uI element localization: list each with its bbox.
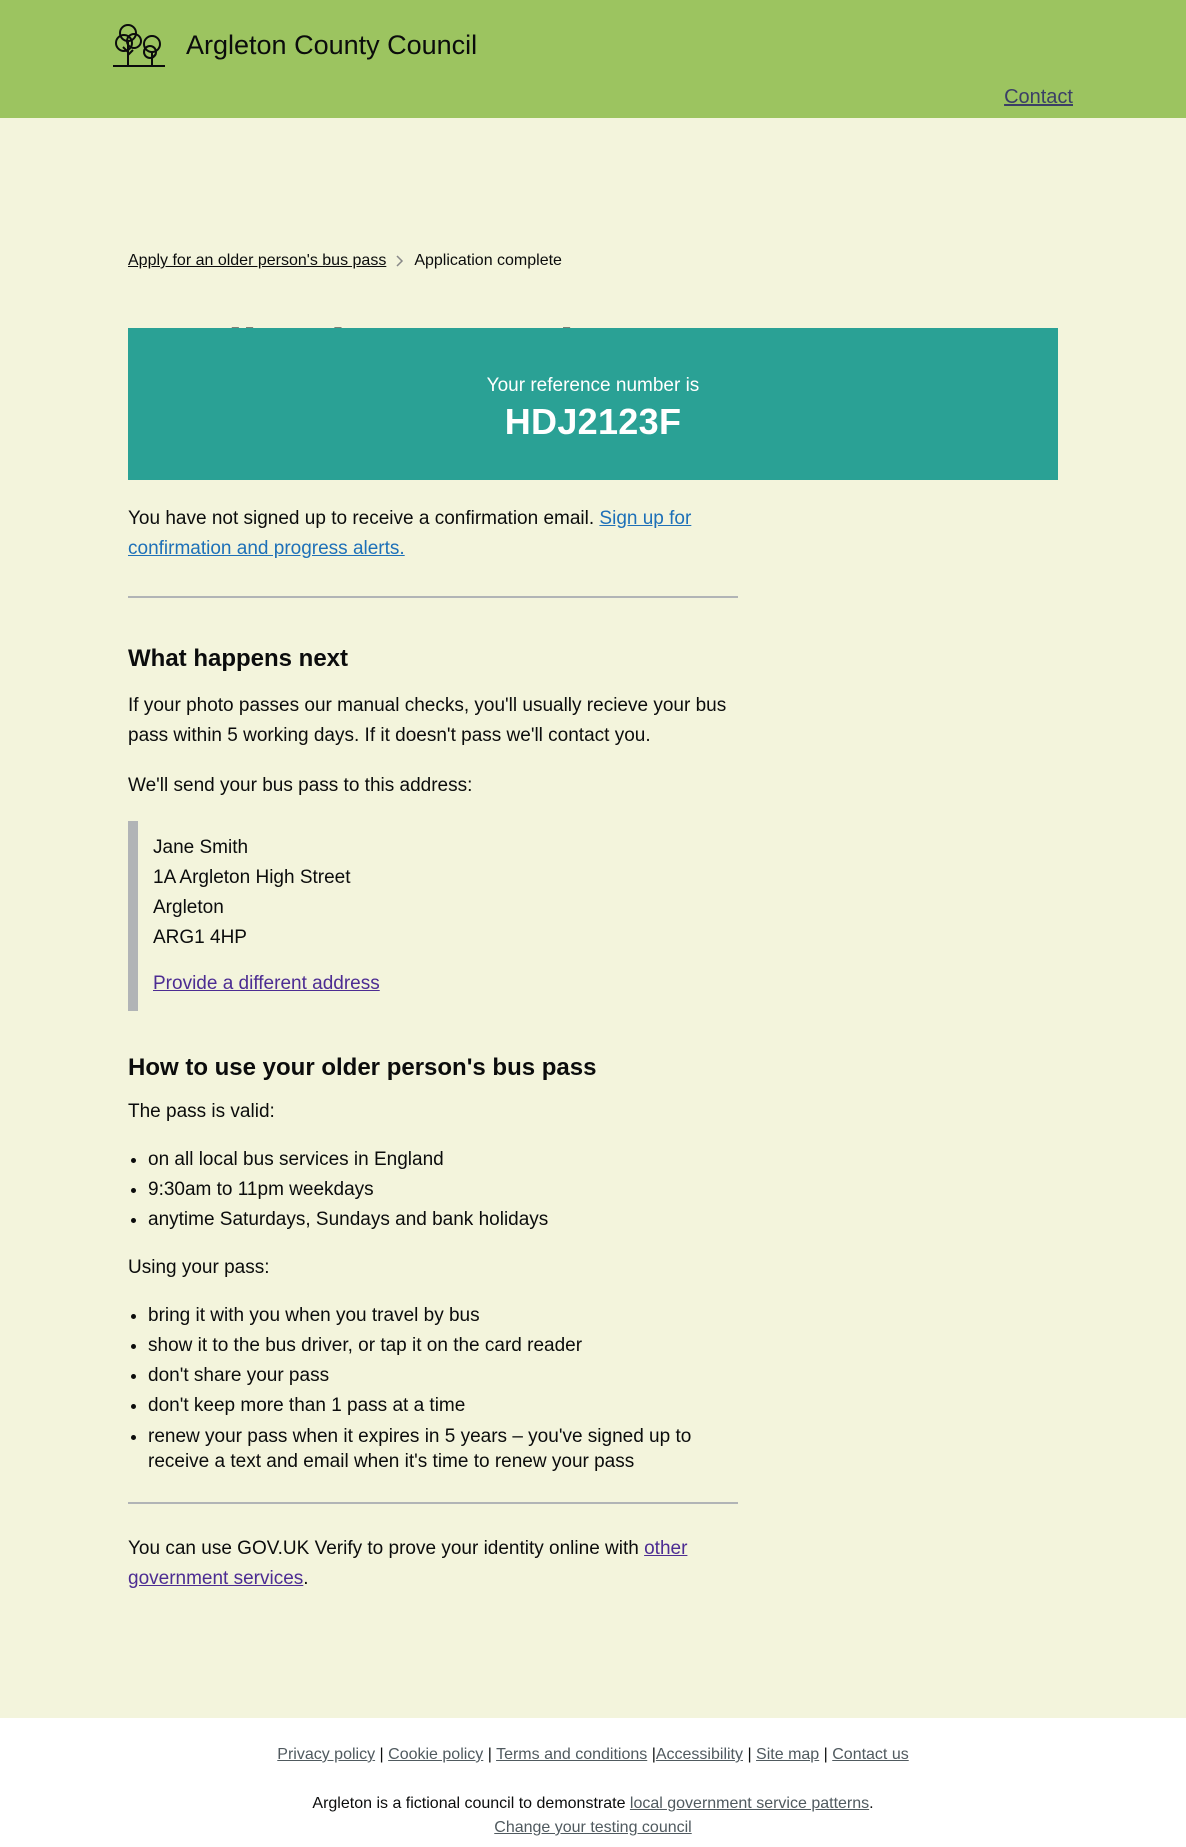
footer-link-cookie-policy[interactable]: Cookie policy bbox=[388, 1746, 483, 1763]
verify-paragraph: You can use GOV.UK Verify to prove your … bbox=[128, 1534, 738, 1594]
different-address-link[interactable]: Provide a different address bbox=[153, 973, 380, 994]
site-header: Argleton County Council Contact bbox=[0, 0, 1186, 118]
using-intro: Using your pass: bbox=[128, 1257, 270, 1278]
verify-text: You can use GOV.UK Verify to prove your … bbox=[128, 1538, 645, 1559]
address-town: Argleton bbox=[153, 897, 224, 918]
footer-link-privacy-policy[interactable]: Privacy policy bbox=[277, 1746, 375, 1763]
reference-label: Your reference number is bbox=[486, 375, 700, 396]
trees-icon bbox=[113, 24, 165, 67]
footer-links: Privacy policy | Cookie policy | Terms a… bbox=[277, 1746, 909, 1763]
list-item: don't keep more than 1 pass at a time bbox=[148, 1391, 738, 1421]
list-item: show it to the bus driver, or tap it on … bbox=[148, 1331, 738, 1361]
footer-link-accessibility[interactable]: Accessibility bbox=[656, 1746, 743, 1763]
breadcrumb-current: Application complete bbox=[414, 252, 562, 269]
footer-link-site-map[interactable]: Site map bbox=[756, 1746, 819, 1763]
council-name: Argleton County Council bbox=[186, 29, 478, 60]
footer-note-text: Argleton is a fictional council to demon… bbox=[312, 1795, 630, 1812]
breadcrumb-parent-link[interactable]: Apply for an older person's bus pass bbox=[128, 252, 386, 270]
list-item: don't share your pass bbox=[148, 1361, 738, 1391]
section-divider bbox=[128, 1502, 738, 1504]
using-list: bring it with you when you travel by bus… bbox=[128, 1301, 738, 1474]
what-happens-next-paragraph: If your photo passes our manual checks, … bbox=[128, 695, 727, 746]
footer-link-terms[interactable]: Terms and conditions bbox=[496, 1746, 647, 1763]
how-to-use-heading: How to use your older person's bus pass bbox=[128, 1054, 597, 1081]
footer-link-contact-us[interactable]: Contact us bbox=[832, 1746, 908, 1763]
list-item: on all local bus services in England bbox=[148, 1145, 738, 1175]
section-divider bbox=[128, 596, 738, 598]
valid-list: on all local bus services in England 9:3… bbox=[128, 1145, 738, 1235]
address-inset: Jane Smith 1A Argleton High Street Argle… bbox=[128, 821, 738, 1011]
council-logo[interactable]: Argleton County Council bbox=[112, 22, 477, 68]
address-postcode: ARG1 4HP bbox=[153, 927, 247, 948]
header-contact-link[interactable]: Contact bbox=[1004, 86, 1073, 109]
site-footer: Privacy policy | Cookie policy | Terms a… bbox=[0, 1718, 1186, 1847]
verify-end: . bbox=[303, 1568, 309, 1589]
footer-note-end: . bbox=[869, 1795, 874, 1812]
confirmation-panel: Your reference number is HDJ2123F bbox=[128, 328, 1058, 480]
email-notice: You have not signed up to receive a conf… bbox=[128, 504, 738, 564]
what-happens-next-heading: What happens next bbox=[128, 645, 349, 672]
change-testing-council-link[interactable]: Change your testing council bbox=[494, 1819, 691, 1836]
address-intro: We'll send your bus pass to this address… bbox=[128, 775, 473, 796]
list-item: bring it with you when you travel by bus bbox=[148, 1301, 738, 1331]
list-item: renew your pass when it expires in 5 yea… bbox=[148, 1421, 738, 1474]
address-name: Jane Smith bbox=[153, 837, 249, 858]
reference-number: HDJ2123F bbox=[504, 401, 682, 442]
footer-note: Argleton is a fictional council to demon… bbox=[0, 1792, 1186, 1840]
chevron-right-icon bbox=[396, 255, 404, 267]
valid-intro: The pass is valid: bbox=[128, 1101, 275, 1122]
email-notice-text: You have not signed up to receive a conf… bbox=[128, 508, 600, 529]
list-item: anytime Saturdays, Sundays and bank holi… bbox=[148, 1205, 738, 1235]
address-line1: 1A Argleton High Street bbox=[153, 867, 351, 888]
list-item: 9:30am to 11pm weekdays bbox=[148, 1175, 738, 1205]
service-patterns-link[interactable]: local government service patterns bbox=[630, 1795, 869, 1812]
main-content: You have not signed up to receive a conf… bbox=[128, 504, 738, 1594]
breadcrumb: Apply for an older person's bus pass App… bbox=[128, 118, 562, 270]
